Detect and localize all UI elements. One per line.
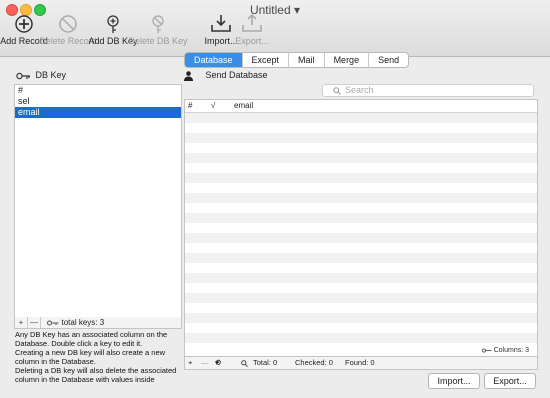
- db-key-help-text: Any DB Key has an associated column on t…: [15, 330, 183, 384]
- found-count: Found: 0: [345, 358, 375, 367]
- columns-count-label: Columns: 3: [493, 347, 529, 354]
- import-button[interactable]: Import...: [428, 373, 480, 389]
- database-table[interactable]: # √ email Columns: 3: [184, 99, 538, 357]
- db-key-header: DB Key: [16, 70, 66, 80]
- table-row: [185, 113, 537, 123]
- table-row: [185, 223, 537, 233]
- person-icon: [184, 70, 193, 81]
- help-paragraph: Creating a new DB key will also create a…: [15, 348, 166, 366]
- table-row: [185, 203, 537, 213]
- mode-tab-bar: Database Except Mail Merge Send: [184, 52, 410, 68]
- table-row: [185, 273, 537, 283]
- total-count: Total: 0: [253, 358, 278, 367]
- table-row: [185, 233, 537, 243]
- table-row: [185, 173, 537, 183]
- columns-count: Columns: 3: [481, 347, 529, 354]
- table-row: [185, 163, 537, 173]
- table-row: [185, 143, 537, 153]
- tab-merge[interactable]: Merge: [325, 53, 370, 67]
- table-row: [185, 183, 537, 193]
- table-row: [185, 283, 537, 293]
- tab-send[interactable]: Send: [369, 53, 408, 67]
- list-item[interactable]: #: [15, 85, 181, 96]
- remove-key-small-button[interactable]: —: [28, 317, 41, 328]
- table-row: [185, 243, 537, 253]
- table-row: [185, 133, 537, 143]
- help-paragraph: Any DB Key has an associated column on t…: [15, 330, 168, 348]
- window-titlebar: Untitled ▾ Add Record Delete Record Add …: [0, 0, 550, 57]
- table-row: [185, 193, 537, 203]
- delete-key-icon: [152, 15, 164, 33]
- export-toolbar-button[interactable]: Export...: [222, 14, 282, 46]
- db-key-footer: + — total keys: 3: [14, 317, 182, 329]
- key-icon: [47, 320, 59, 326]
- column-header-number[interactable]: #: [188, 100, 192, 112]
- table-row: [185, 293, 537, 303]
- prohibit-icon: [59, 15, 77, 33]
- column-header-check[interactable]: √: [211, 100, 215, 112]
- add-row-button[interactable]: +: [188, 357, 192, 369]
- column-header-email[interactable]: email: [234, 100, 253, 112]
- list-item[interactable]: sel: [15, 96, 181, 107]
- key-icon: [481, 348, 492, 353]
- delete-db-key-button[interactable]: Delete DB Key: [128, 14, 188, 46]
- search-placeholder: Search: [345, 85, 374, 95]
- table-row: [185, 333, 537, 343]
- gear-menu-button[interactable]: ⚙ ▾: [215, 357, 222, 369]
- tab-mail[interactable]: Mail: [289, 53, 325, 67]
- gear-icon: ⚙: [215, 358, 222, 367]
- table-row: [185, 303, 537, 313]
- add-key-small-button[interactable]: +: [15, 317, 28, 328]
- table-footer: + — ⚙ ▾ Total: 0 Checked: 0 Found: 0: [184, 356, 538, 370]
- table-row: [185, 213, 537, 223]
- table-row: [185, 263, 537, 273]
- search-input[interactable]: Search: [322, 84, 534, 97]
- table-row: [185, 323, 537, 333]
- table-row: [185, 123, 537, 133]
- tab-database[interactable]: Database: [185, 53, 243, 67]
- plus-circle-icon: [15, 15, 33, 33]
- tab-except[interactable]: Except: [243, 53, 290, 67]
- db-key-title: DB Key: [35, 70, 67, 80]
- checked-count: Checked: 0: [295, 358, 333, 367]
- total-keys-count: total keys: 3: [61, 318, 105, 327]
- send-database-header: Send Database: [184, 70, 268, 81]
- table-header: # √ email: [185, 100, 537, 113]
- export-toolbar-label: Export...: [235, 36, 269, 46]
- table-row: [185, 153, 537, 163]
- remove-row-button[interactable]: —: [201, 357, 209, 369]
- delete-db-key-label: Delete DB Key: [128, 36, 188, 46]
- table-row: [185, 313, 537, 323]
- search-icon: [333, 87, 341, 95]
- search-icon: [241, 360, 248, 367]
- send-database-title: Send Database: [205, 70, 268, 80]
- export-tray-icon: [242, 14, 262, 32]
- help-paragraph: Deleting a DB key will also delete the a…: [15, 366, 177, 384]
- db-key-list[interactable]: # sel email: [14, 84, 182, 318]
- key-icon: [16, 72, 30, 79]
- add-key-icon: [107, 15, 119, 33]
- export-button[interactable]: Export...: [484, 373, 536, 389]
- table-row: [185, 253, 537, 263]
- list-item-selected[interactable]: email: [15, 107, 181, 118]
